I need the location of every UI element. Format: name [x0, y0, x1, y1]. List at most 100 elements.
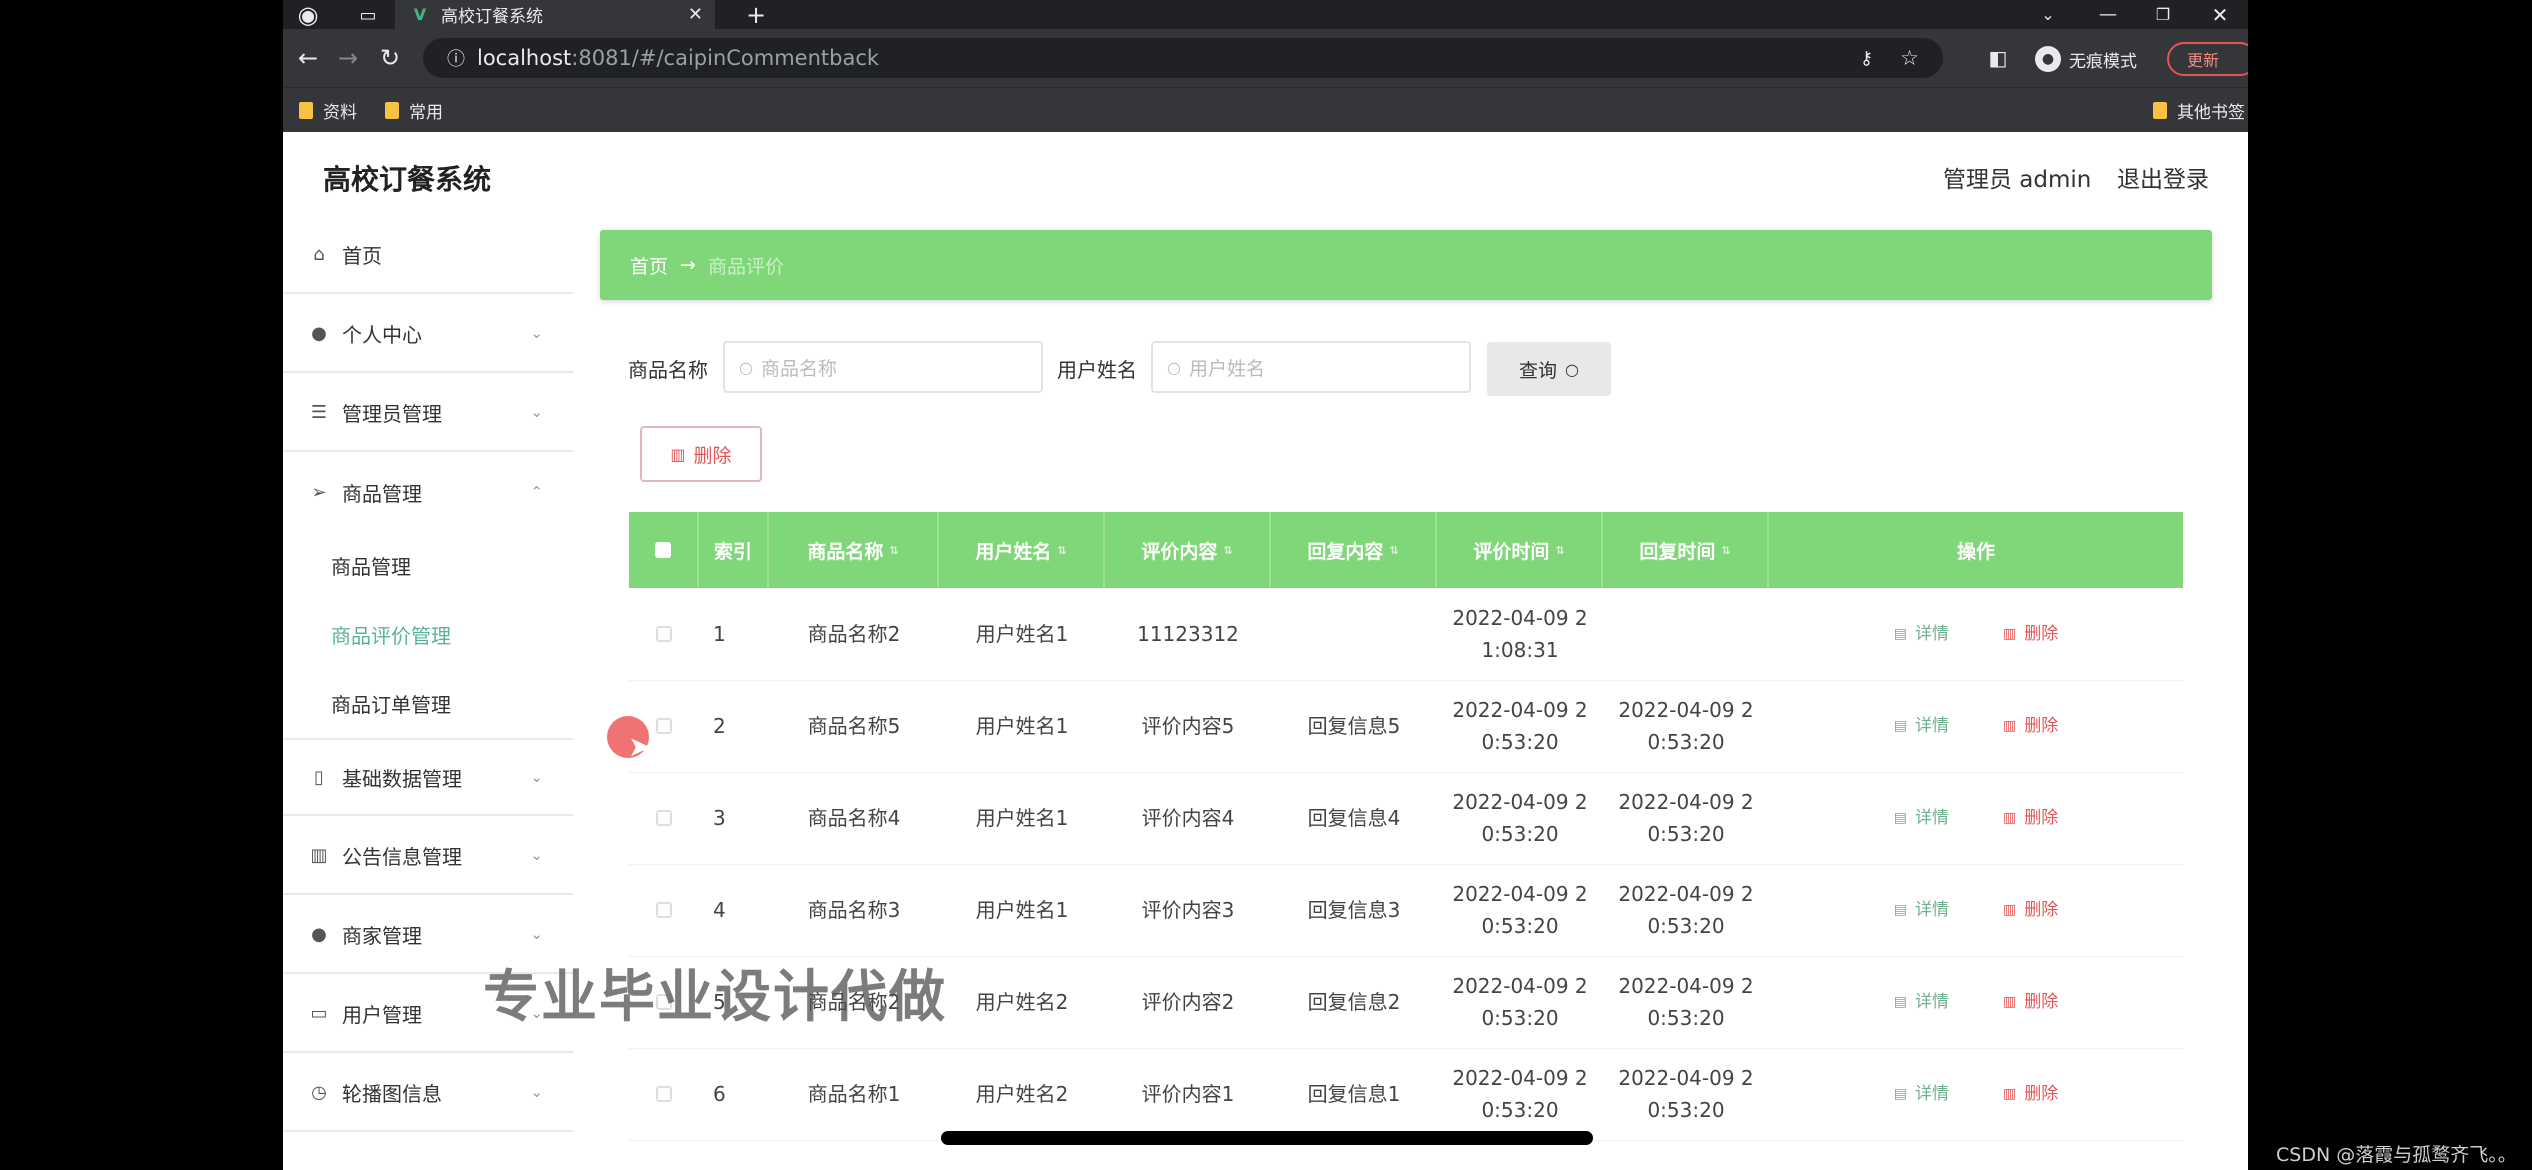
restore-icon[interactable]: ❐	[2148, 0, 2178, 29]
table-row: 2 商品名称5 用户姓名1 评价内容5 回复信息5 2022-04-09 2 0:53:20…	[629, 680, 2183, 773]
sidebar-subitem-products[interactable]: 商品管理	[331, 551, 411, 580]
select-all-checkbox[interactable]	[655, 542, 671, 558]
sidebar-item-admins[interactable]: ☰ 管理员管理 ⌄	[283, 374, 573, 452]
col-reply[interactable]: 回复内容 ⇅	[1271, 512, 1437, 588]
chevron-down-icon: ⌄	[530, 324, 543, 342]
back-icon[interactable]: ←	[293, 43, 323, 73]
col-eval-time[interactable]: 评价时间 ⇅	[1437, 512, 1603, 588]
sidebar-item-home[interactable]: ⌂ 首页	[283, 216, 573, 294]
detail-button[interactable]: ▤ 详情	[1894, 986, 1949, 1018]
sort-icon[interactable]: ⇅	[1555, 544, 1564, 557]
other-bookmarks[interactable]: 其他书签	[2153, 88, 2245, 133]
close-window-icon[interactable]: ✕	[2205, 0, 2235, 29]
col-user[interactable]: 用户姓名 ⇅	[939, 512, 1105, 588]
logout-link[interactable]: 退出登录	[2117, 160, 2209, 194]
sidebar-item-carousel[interactable]: ◷ 轮播图信息 ⌄	[283, 1054, 573, 1132]
time-line: 2022-04-09 2	[1618, 1066, 1754, 1090]
sidebar-item-products[interactable]: ➢ 商品管理 ⌃	[283, 453, 573, 531]
row-checkbox[interactable]	[656, 902, 672, 918]
tab-title: 高校订餐系统	[441, 7, 543, 27]
delete-button[interactable]: ▥ 删除	[2003, 894, 2058, 926]
incognito-indicator[interactable]: ● 无痕模式	[2035, 45, 2137, 73]
col-product[interactable]: 商品名称 ⇅	[769, 512, 939, 588]
bookmark-folder-ziliao[interactable]: 资料	[299, 88, 357, 133]
cell-content: 评价内容2	[1141, 990, 1235, 1014]
close-tab-icon[interactable]: ✕	[688, 4, 703, 25]
sidebar-item-label: 轮播图信息	[342, 1081, 442, 1106]
chevron-down-icon[interactable]: ⌄	[2033, 0, 2063, 29]
sidebar-subitem-orders[interactable]: 商品订单管理	[331, 689, 451, 718]
cell-reply: 回复信息2	[1307, 990, 1401, 1014]
document-icon: ▤	[1893, 994, 1907, 1010]
forward-icon[interactable]: →	[333, 43, 363, 73]
detail-button[interactable]: ▤ 详情	[1894, 894, 1949, 926]
user-name-input[interactable]: ○ 用户姓名	[1151, 341, 1471, 393]
breadcrumb-current: 商品评价	[707, 255, 784, 278]
row-checkbox[interactable]	[656, 1086, 672, 1102]
delete-button[interactable]: ▥ 删除	[2003, 986, 2058, 1018]
row-checkbox[interactable]	[656, 626, 672, 642]
key-icon[interactable]: ⚷	[1860, 48, 1873, 69]
cell-eval-time: 2022-04-09 2 1:08:31	[1437, 588, 1603, 680]
sort-icon[interactable]: ⇅	[1721, 544, 1730, 557]
info-icon[interactable]: ⓘ	[447, 45, 465, 71]
delete-button[interactable]: ▥ 删除	[2003, 1078, 2058, 1110]
table-row: 4 商品名称3 用户姓名1 评价内容3 回复信息3 2022-04-09 2 0:53:20…	[629, 864, 2183, 957]
app-title: 高校订餐系统	[323, 163, 492, 196]
product-name-input[interactable]: ○ 商品名称	[723, 341, 1043, 393]
row-checkbox[interactable]	[656, 810, 672, 826]
sort-icon[interactable]: ⇅	[889, 544, 898, 557]
bookmark-label: 常用	[409, 103, 443, 123]
row-checkbox[interactable]	[656, 718, 672, 734]
col-label: 评价时间	[1473, 540, 1550, 563]
bookmark-folder-changyong[interactable]: 常用	[385, 88, 443, 133]
col-content[interactable]: 评价内容 ⇅	[1105, 512, 1271, 588]
col-actions: 操作	[1769, 512, 2183, 588]
cell-reply: 回复信息3	[1307, 898, 1401, 922]
delete-button[interactable]: ▥ 删除	[2003, 618, 2058, 650]
detail-label: 详情	[1915, 808, 1949, 828]
table-row: 6 商品名称1 用户姓名2 评价内容1 回复信息1 2022-04-09 2 0:53:20…	[629, 1048, 2183, 1141]
sort-icon[interactable]: ⇅	[1223, 544, 1232, 557]
detail-label: 详情	[1915, 624, 1949, 644]
sidebar-item-profile[interactable]: ● 个人中心 ⌄	[283, 295, 573, 373]
reload-icon[interactable]: ↻	[375, 43, 405, 73]
row-select-cell	[629, 864, 699, 956]
new-tab-icon[interactable]: +	[741, 0, 771, 29]
tab-search-icon[interactable]: ▭	[355, 2, 381, 28]
folder-icon	[385, 102, 399, 119]
sort-icon[interactable]: ⇅	[1057, 544, 1066, 557]
url-field[interactable]: ⓘ localhost:8081/#/caipinCommentback ⚷ ☆	[423, 38, 1943, 78]
sidebar-item-basic-data[interactable]: ▯ 基础数据管理 ⌄	[283, 738, 573, 816]
minimize-icon[interactable]: —	[2093, 0, 2123, 29]
cell-content: 评价内容4	[1141, 806, 1235, 830]
cell-product: 商品名称1	[807, 1082, 901, 1106]
query-button[interactable]: 查询 ○	[1487, 342, 1611, 396]
update-button[interactable]: 更新	[2167, 42, 2248, 76]
col-index[interactable]: 索引	[699, 512, 769, 588]
time-line: 2022-04-09 2	[1452, 882, 1588, 906]
time-line: 0:53:20	[1647, 1098, 1725, 1122]
detail-button[interactable]: ▤ 详情	[1894, 802, 1949, 834]
sidebar-subitem-reviews[interactable]: 商品评价管理	[331, 620, 451, 649]
time-line: 2022-04-09 2	[1452, 698, 1588, 722]
cell-reply-time: 2022-04-09 2 0:53:20	[1603, 1048, 1769, 1140]
star-icon[interactable]: ☆	[1900, 46, 1919, 70]
breadcrumb-home[interactable]: 首页	[630, 252, 668, 279]
browser-tab[interactable]: V 高校订餐系统 ✕	[395, 0, 715, 29]
delete-button[interactable]: ▥ 删除	[2003, 802, 2058, 834]
card-icon: ▭	[310, 1002, 328, 1024]
cell-content: 评价内容1	[1141, 1082, 1235, 1106]
detail-button[interactable]: ▤ 详情	[1894, 1078, 1949, 1110]
cell-index: 2	[713, 714, 726, 738]
table-row: 1 商品名称2 用户姓名1 11123312 2022-04-09 2 1:08:31 ▤ 详…	[629, 588, 2183, 681]
col-reply-time[interactable]: 回复时间 ⇅	[1603, 512, 1769, 588]
delete-button[interactable]: ▥ 删除	[2003, 710, 2058, 742]
profile-icon[interactable]: ◉	[295, 1, 321, 29]
sidebar-item-announcements[interactable]: ▥ 公告信息管理 ⌄	[283, 817, 573, 895]
sort-icon[interactable]: ⇅	[1389, 544, 1398, 557]
detail-button[interactable]: ▤ 详情	[1894, 618, 1949, 650]
detail-button[interactable]: ▤ 详情	[1894, 710, 1949, 742]
side-panel-icon[interactable]: ◧	[1983, 43, 2013, 73]
batch-delete-button[interactable]: ▥ 删除	[640, 426, 762, 482]
